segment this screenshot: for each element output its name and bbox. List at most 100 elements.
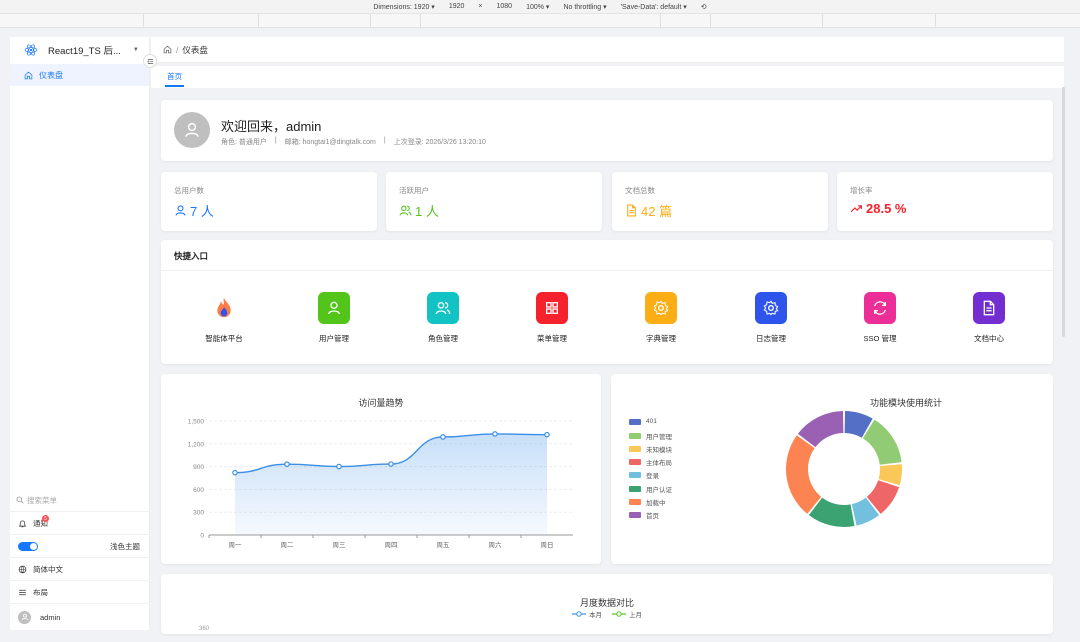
throttling-select[interactable]: No throttling ▾: [563, 3, 606, 11]
theme-label: 浅色主题: [110, 541, 140, 551]
y-tick-label: 600: [193, 487, 204, 494]
quick-icon-box: [318, 292, 350, 324]
layout-button[interactable]: 布局: [10, 580, 150, 603]
tab-home[interactable]: 首页: [165, 68, 184, 87]
home-icon[interactable]: [163, 45, 172, 54]
stat-number: 1 人: [415, 204, 439, 219]
meta-divider: |: [383, 137, 386, 144]
zoom-select[interactable]: 100% ▾: [526, 3, 549, 11]
gear-icon: [653, 300, 669, 316]
quick-item-menu-management[interactable]: 菜单管理: [512, 292, 592, 344]
menu-fold-icon: [146, 58, 153, 64]
y-tick-label: 900: [193, 464, 204, 471]
data-point: [492, 431, 498, 437]
module-usage-card: 功能模块使用统计 401 用户管理 未知模块 主体布局 登录 用户认证 加载中 首页: [611, 374, 1053, 564]
legend-item[interactable]: 本月: [572, 609, 602, 619]
times-symbol: ×: [478, 3, 483, 10]
avatar: [174, 112, 210, 148]
stat-value: 7 人: [174, 201, 214, 220]
quick-item-label: SSO 管理: [863, 334, 897, 343]
notification-count-badge: 5: [42, 515, 49, 522]
quick-icon-box: [864, 292, 896, 324]
quick-icon-box: [973, 292, 1005, 324]
scrollbar-thumb[interactable]: [1062, 87, 1065, 337]
home-icon: [24, 71, 33, 79]
chevron-down-icon[interactable]: ▼: [133, 47, 139, 53]
users-icon: [435, 302, 451, 315]
trend-up-icon: [850, 205, 862, 213]
theme-switch-row: 浅色主题: [10, 534, 150, 557]
meta-divider: |: [274, 137, 277, 144]
header-breadcrumb: / 仪表盘: [151, 37, 1064, 63]
legend-line-marker: [572, 611, 586, 617]
list-icon: [19, 589, 26, 595]
x-tick-label: 周三: [333, 541, 347, 549]
users-icon: [399, 205, 412, 216]
brand[interactable]: React19_TS 后... ▼: [10, 37, 149, 63]
document-icon: [627, 204, 636, 217]
layout-label: 布局: [33, 587, 48, 597]
quick-access-title: 快捷入口: [174, 251, 209, 261]
menu-search-input[interactable]: 搜索菜单: [27, 495, 57, 506]
notifications-button[interactable]: 通知 5: [10, 511, 150, 534]
save-data-select[interactable]: 'Save-Data': default ▾: [621, 3, 687, 11]
quick-item-log-management[interactable]: 日志管理: [731, 292, 811, 344]
quick-item-role-management[interactable]: 角色管理: [403, 292, 483, 344]
welcome-meta: 角色: 普通用户 | 邮箱: hongtai1@dingtalk.com | 上…: [221, 137, 486, 147]
breadcrumb-current: 仪表盘: [182, 44, 208, 55]
stat-label: 活跃用户: [399, 186, 429, 195]
legend-line-marker: [612, 611, 626, 617]
width-field[interactable]: 1920: [449, 3, 465, 10]
visits-trend-card: 访问量趋势 0 300 600 900 1,200 1,500 周一 周二 周三 周四 周五 周六 周日: [161, 374, 601, 564]
stat-value: 1 人: [399, 201, 439, 220]
menu-search[interactable]: 搜索菜单: [10, 489, 150, 511]
stat-value: 28.5 %: [850, 201, 906, 216]
stat-card-documents: 文档总数 42 篇: [612, 172, 828, 231]
rotate-icon[interactable]: ⟲: [701, 3, 707, 11]
breadcrumb-separator: /: [176, 44, 179, 55]
avatar: [18, 610, 31, 624]
divider: [161, 270, 1053, 271]
stat-number: 42 篇: [641, 204, 673, 219]
quick-item-label: 用户管理: [319, 334, 349, 343]
document-icon: [983, 300, 995, 316]
quick-item-agent-platform[interactable]: 智能体平台: [184, 292, 264, 344]
language-button[interactable]: 简体中文: [10, 557, 150, 580]
y-tick-label: 1,200: [188, 441, 205, 448]
sidebar-item-dashboard[interactable]: 仪表盘: [10, 64, 149, 86]
theme-toggle[interactable]: [18, 541, 38, 551]
brand-name: React19_TS 后...: [48, 46, 121, 57]
area-fill: [235, 433, 547, 535]
quick-item-label: 角色管理: [428, 334, 458, 343]
refresh-icon: [874, 301, 886, 315]
quick-item-user-management[interactable]: 用户管理: [294, 292, 374, 344]
y-tick-label: 300: [193, 510, 204, 517]
x-tick-label: 周六: [489, 540, 503, 549]
grid-icon: [546, 302, 558, 314]
monthly-comparison-card: 月度数据对比 本月 上月 360: [161, 574, 1053, 634]
height-field[interactable]: 1080: [497, 3, 513, 10]
stat-label: 文档总数: [625, 186, 655, 195]
y-tick-label: 1,500: [188, 419, 205, 426]
y-tick-label: 360: [199, 626, 210, 632]
quick-item-sso-management[interactable]: SSO 管理: [840, 292, 920, 344]
user-role: 角色: 普通用户: [221, 139, 267, 146]
quick-access-card: 快捷入口 智能体平台 用户管理 角色管理 菜单管理 字典管理 日志管理 SSO …: [161, 240, 1053, 364]
quick-item-dictionary-management[interactable]: 字典管理: [621, 292, 701, 344]
user-icon: [21, 613, 28, 621]
quick-item-label: 日志管理: [756, 334, 786, 343]
quick-icon-box: [755, 292, 787, 324]
data-point: [388, 461, 394, 467]
stat-number: 28.5 %: [866, 201, 907, 216]
dimensions-select[interactable]: Dimensions: 1920 ▾: [373, 3, 435, 11]
legend-item[interactable]: 上月: [612, 609, 642, 619]
chart-legend: 本月 上月: [161, 609, 1053, 619]
y-tick-label: 0: [200, 533, 204, 540]
quick-item-document-center[interactable]: 文档中心: [949, 292, 1029, 344]
stat-number: 7 人: [190, 204, 214, 219]
gear-icon: [763, 300, 779, 316]
bell-icon: [18, 520, 27, 527]
collapse-sidebar-button[interactable]: [143, 54, 157, 68]
pie-slice: [862, 419, 902, 465]
user-menu[interactable]: admin: [10, 603, 150, 630]
